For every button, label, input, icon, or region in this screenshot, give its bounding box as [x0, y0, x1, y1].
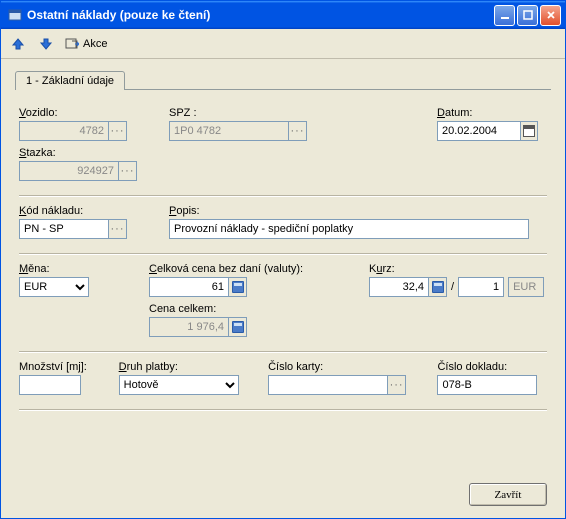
spz-browse-button[interactable]: ··· — [289, 121, 307, 141]
cislo-dokladu-label: Číslo dokladu: — [437, 361, 547, 373]
calculator-icon — [232, 281, 244, 293]
kod-nakladu-input[interactable] — [19, 219, 109, 239]
action-icon — [65, 37, 79, 51]
close-button[interactable]: Zavřít — [469, 483, 547, 506]
calculator-icon — [232, 321, 244, 333]
kurz-separator: / — [451, 281, 454, 293]
kod-nakladu-label: Kód nákladu:document.currentScript.previ… — [19, 205, 149, 217]
calculator-icon — [432, 281, 444, 293]
cislo-dokladu-input[interactable] — [437, 375, 537, 395]
cislo-karty-input[interactable] — [268, 375, 388, 395]
tab-basic-info[interactable]: 1 - Základní údaje — [15, 71, 125, 90]
minimize-button[interactable] — [494, 5, 515, 26]
mnozstvi-label: Množství [mj]: — [19, 361, 99, 373]
vozidlo-browse-button[interactable]: ··· — [109, 121, 127, 141]
kurz-calc-button[interactable] — [429, 277, 447, 297]
cislo-karty-browse-button[interactable]: ··· — [388, 375, 406, 395]
vozidlo-input — [19, 121, 109, 141]
mnozstvi-input[interactable] — [19, 375, 81, 395]
spz-label: SPZ : — [169, 107, 329, 119]
action-menu[interactable]: Akce — [65, 37, 107, 51]
datum-picker-button[interactable] — [520, 121, 538, 141]
separator-1 — [19, 195, 547, 197]
mena-select[interactable]: EUR — [19, 277, 89, 297]
titlebar: Ostatní náklady (pouze ke čtení) — [1, 1, 565, 29]
app-icon — [7, 7, 23, 23]
close-window-button[interactable] — [540, 5, 561, 26]
arrow-down-icon[interactable] — [37, 35, 55, 53]
cena-celkem-calc-button[interactable] — [229, 317, 247, 337]
kurz-value-input[interactable] — [369, 277, 429, 297]
kod-nakladu-browse-button[interactable]: ··· — [109, 219, 127, 239]
cena-celkem-input — [149, 317, 229, 337]
stazka-browse-button[interactable]: ··· — [119, 161, 137, 181]
cena-bez-dani-input[interactable] — [149, 277, 229, 297]
separator-3 — [19, 351, 547, 353]
kurz-per-input[interactable] — [458, 277, 504, 297]
calendar-icon — [523, 125, 535, 137]
action-label: Akce — [83, 38, 107, 50]
mena-label: Měna:document.currentScript.previousElem… — [19, 263, 119, 275]
vozidlo-label: Vozidlo:document.currentScript.previousE… — [19, 107, 149, 119]
separator-2 — [19, 253, 547, 255]
stazka-label: Stazka:document.currentScript.previousEl… — [19, 147, 169, 159]
spz-input — [169, 121, 289, 141]
window-title: Ostatní náklady (pouze ke čtení) — [27, 8, 494, 22]
separator-4 — [19, 409, 547, 411]
cena-calc-button[interactable] — [229, 277, 247, 297]
kurz-currency-input — [508, 277, 544, 297]
maximize-button[interactable] — [517, 5, 538, 26]
kurz-label: Kurz:document.currentScript.previousElem… — [369, 263, 544, 275]
cena-bez-dani-label: Celková cena bez daní (valuty):document.… — [149, 263, 329, 275]
cislo-karty-label: Číslo karty: — [268, 361, 417, 373]
cena-celkem-label: Cena celkem: — [149, 303, 247, 315]
app-window: Ostatní náklady (pouze ke čtení) — [0, 0, 566, 519]
popis-label: Popis:document.currentScript.previousEle… — [169, 205, 547, 217]
datum-input[interactable] — [437, 121, 521, 141]
datum-label: Datum:document.currentScript.previousEle… — [437, 107, 547, 119]
stazka-input — [19, 161, 119, 181]
druh-platby-label: Druh platby:document.currentScript.previ… — [119, 361, 248, 373]
druh-platby-select[interactable]: Hotově — [119, 375, 239, 395]
arrow-up-icon[interactable] — [9, 35, 27, 53]
toolbar: Akce — [1, 29, 565, 59]
popis-input[interactable] — [169, 219, 529, 239]
